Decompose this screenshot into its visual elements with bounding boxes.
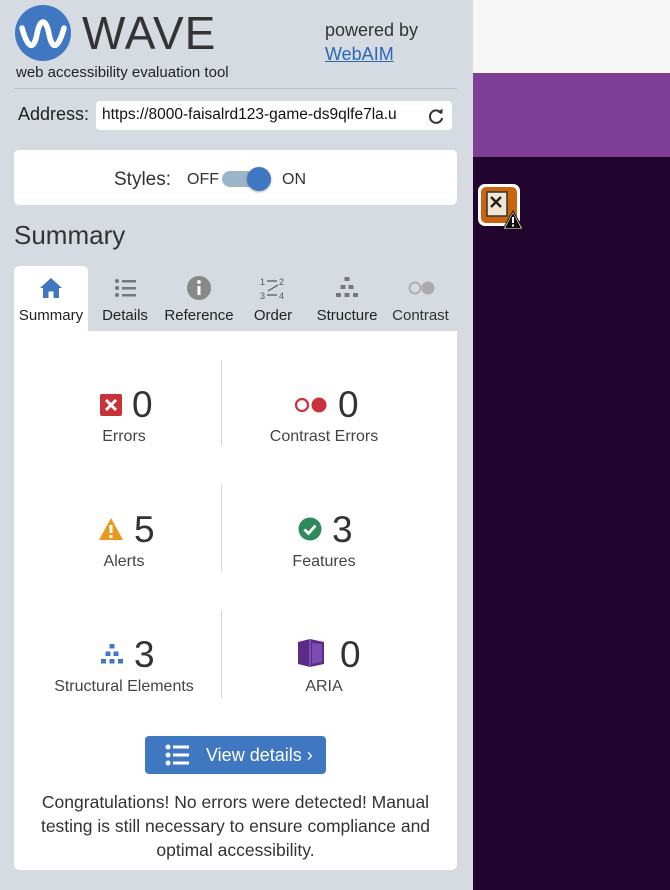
structure-icon — [336, 277, 358, 297]
header-divider — [14, 88, 457, 89]
webaim-link[interactable]: WebAIM — [325, 44, 394, 65]
address-label: Address: — [18, 104, 90, 124]
styles-label: Styles: — [114, 169, 172, 190]
powered-by-text: powered by — [325, 20, 419, 40]
order-icon: 1 2 3 4 — [260, 277, 284, 301]
aria-count: 0 — [340, 634, 361, 675]
styles-toggle-card: Styles: OFF ON — [14, 150, 457, 205]
stat-contrast-errors[interactable]: 0 Contrast Errors — [224, 384, 424, 454]
tab-contrast[interactable]: Contrast — [384, 266, 457, 331]
alerts-count: 5 — [134, 509, 155, 550]
stat-features[interactable]: 3 Features — [224, 509, 424, 579]
wave-sidebar: WAVE web accessibility evaluation tool p… — [0, 0, 473, 890]
contrast-error-icon — [294, 397, 327, 413]
error-icon — [100, 394, 122, 416]
aria-icon — [298, 639, 324, 667]
toggle-knob[interactable] — [247, 167, 271, 191]
errors-count: 0 — [132, 384, 153, 425]
panel-tabs: Summary Details Reference 1 2 3 4 Order … — [14, 266, 457, 331]
page-banner — [473, 73, 670, 157]
stat-aria[interactable]: 0 ARIA — [224, 634, 424, 704]
wave-logo-text: WAVE — [82, 7, 217, 59]
summary-card: Summary Details Reference 1 2 3 4 Order … — [14, 266, 457, 870]
info-icon — [187, 276, 211, 300]
svg-text:3: 3 — [260, 291, 265, 301]
contrast-errors-count: 0 — [338, 384, 359, 425]
address-input[interactable]: https://8000-faisalrd123-game-ds9qlfe7la… — [102, 106, 420, 124]
alert-icon — [99, 518, 123, 540]
aria-label: ARIA — [305, 678, 343, 695]
address-field[interactable]: https://8000-faisalrd123-game-ds9qlfe7la… — [96, 101, 452, 130]
svg-text:2: 2 — [279, 277, 284, 287]
reload-icon[interactable] — [427, 107, 445, 125]
structural-element-icon — [101, 644, 123, 664]
alerts-label: Alerts — [103, 553, 145, 570]
stat-alerts[interactable]: 5 Alerts — [24, 509, 224, 579]
features-count: 3 — [332, 509, 353, 550]
tab-summary[interactable]: Summary — [14, 266, 88, 331]
errors-label: Errors — [102, 428, 146, 445]
summary-heading: Summary — [14, 220, 126, 250]
tool-subtitle: web accessibility evaluation tool — [16, 64, 229, 81]
styles-toggle[interactable] — [222, 167, 272, 191]
structural-label: Structural Elements — [54, 678, 194, 695]
wave-logo-icon — [14, 4, 72, 67]
congratulations-message: Congratulations! No errors were detected… — [40, 792, 431, 860]
home-icon — [40, 278, 62, 298]
alert-marker-icon[interactable] — [477, 183, 524, 230]
tab-order[interactable]: 1 2 3 4 Order — [236, 266, 310, 331]
contrast-errors-label: Contrast Errors — [269, 428, 379, 445]
svg-text:4: 4 — [279, 291, 284, 301]
page-preview — [473, 0, 670, 890]
tab-reference[interactable]: Reference — [162, 266, 236, 331]
list-icon — [165, 744, 189, 766]
view-details-button[interactable]: View details › — [145, 736, 326, 774]
tab-details[interactable]: Details — [88, 266, 162, 331]
styles-off-label: OFF — [187, 171, 219, 188]
list-icon — [115, 279, 136, 297]
features-label: Features — [292, 553, 356, 570]
stat-structural-elements[interactable]: 3 Structural Elements — [24, 634, 224, 704]
contrast-icon — [408, 281, 434, 295]
svg-text:1: 1 — [260, 277, 265, 287]
page-header-area — [473, 0, 670, 73]
tab-structure[interactable]: Structure — [310, 266, 384, 331]
view-details-label: View details › — [206, 745, 313, 765]
stat-errors[interactable]: 0 Errors — [24, 384, 224, 454]
structural-count: 3 — [134, 634, 155, 675]
styles-on-label: ON — [282, 171, 306, 188]
feature-icon — [298, 517, 322, 541]
